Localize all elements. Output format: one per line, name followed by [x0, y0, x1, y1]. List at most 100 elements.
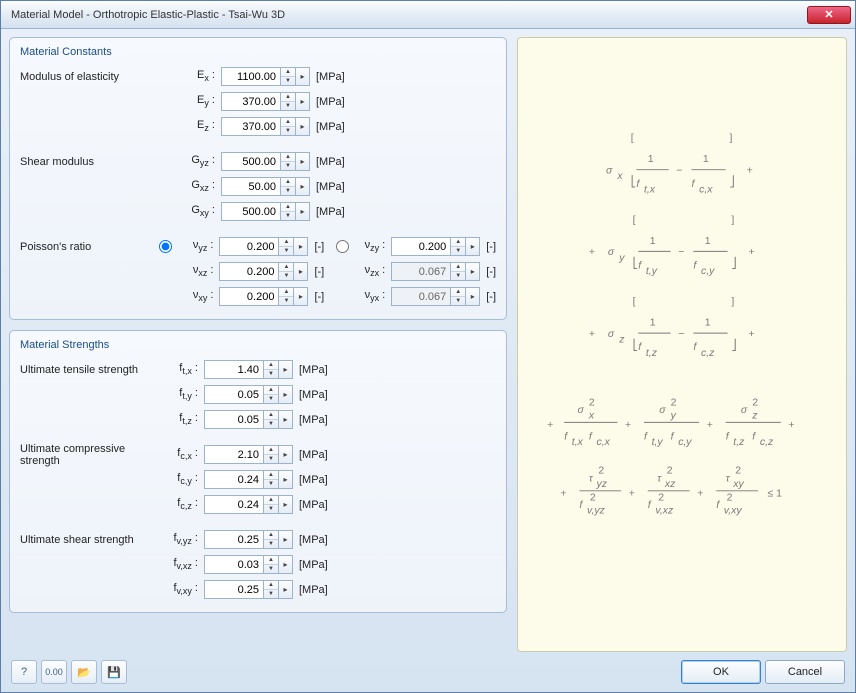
picker-button[interactable]: ▸: [279, 530, 293, 549]
step-down-icon[interactable]: ▼: [264, 539, 278, 548]
picker-button[interactable]: ▸: [279, 385, 293, 404]
step-up-icon[interactable]: ▲: [281, 203, 295, 211]
spinner-buttons[interactable]: ▲▼: [264, 445, 279, 464]
spinner-buttons[interactable]: ▲▼: [451, 287, 466, 306]
step-up-icon[interactable]: ▲: [264, 411, 278, 419]
value-field[interactable]: [204, 445, 264, 464]
step-down-icon[interactable]: ▼: [279, 271, 293, 280]
picker-button[interactable]: ▸: [294, 262, 308, 281]
value-field[interactable]: [219, 262, 279, 281]
value-field[interactable]: [221, 152, 281, 171]
picker-button[interactable]: ▸: [279, 470, 293, 489]
picker-button[interactable]: ▸: [279, 360, 293, 379]
ok-button[interactable]: OK: [681, 660, 761, 684]
step-down-icon[interactable]: ▼: [264, 504, 278, 513]
cancel-button[interactable]: Cancel: [765, 660, 845, 684]
value-field[interactable]: [221, 92, 281, 111]
spinner-input[interactable]: ▲▼▸: [204, 385, 293, 404]
spinner-input[interactable]: ▲▼▸: [221, 152, 310, 171]
spinner-buttons[interactable]: ▲▼: [451, 262, 466, 281]
step-down-icon[interactable]: ▼: [264, 394, 278, 403]
help-button[interactable]: ?: [11, 660, 37, 684]
picker-button[interactable]: ▸: [466, 262, 480, 281]
step-down-icon[interactable]: ▼: [264, 369, 278, 378]
spinner-buttons[interactable]: ▲▼: [264, 495, 279, 514]
picker-button[interactable]: ▸: [296, 67, 310, 86]
step-up-icon[interactable]: ▲: [264, 471, 278, 479]
spinner-input[interactable]: ▲▼▸: [221, 202, 310, 221]
picker-button[interactable]: ▸: [279, 445, 293, 464]
units-button[interactable]: 0.00: [41, 660, 67, 684]
picker-button[interactable]: ▸: [279, 580, 293, 599]
step-down-icon[interactable]: ▼: [451, 296, 465, 305]
spinner-buttons[interactable]: ▲▼: [451, 237, 466, 256]
value-field[interactable]: [204, 385, 264, 404]
spinner-input[interactable]: ▲▼▸: [221, 117, 310, 136]
save-button[interactable]: 💾: [101, 660, 127, 684]
spinner-buttons[interactable]: ▲▼: [281, 202, 296, 221]
value-field[interactable]: [204, 530, 264, 549]
spinner-input[interactable]: ▲▼▸: [219, 287, 308, 306]
spinner-input[interactable]: ▲▼▸: [219, 237, 308, 256]
value-field[interactable]: [221, 117, 281, 136]
spinner-input[interactable]: ▲▼▸: [204, 495, 293, 514]
step-down-icon[interactable]: ▼: [281, 161, 295, 170]
value-field[interactable]: [204, 555, 264, 574]
spinner-input[interactable]: ▲▼▸: [221, 92, 310, 111]
step-up-icon[interactable]: ▲: [279, 288, 293, 296]
spinner-buttons[interactable]: ▲▼: [281, 67, 296, 86]
step-down-icon[interactable]: ▼: [451, 271, 465, 280]
poisson-dir-radio[interactable]: [159, 240, 172, 253]
step-down-icon[interactable]: ▼: [281, 76, 295, 85]
step-up-icon[interactable]: ▲: [281, 178, 295, 186]
spinner-buttons[interactable]: ▲▼: [264, 410, 279, 429]
value-field[interactable]: [219, 287, 279, 306]
value-field[interactable]: [204, 410, 264, 429]
step-up-icon[interactable]: ▲: [264, 361, 278, 369]
step-up-icon[interactable]: ▲: [451, 238, 465, 246]
step-down-icon[interactable]: ▼: [281, 101, 295, 110]
step-up-icon[interactable]: ▲: [281, 93, 295, 101]
step-up-icon[interactable]: ▲: [264, 556, 278, 564]
spinner-input[interactable]: ▲▼▸: [391, 237, 480, 256]
step-up-icon[interactable]: ▲: [281, 118, 295, 126]
step-down-icon[interactable]: ▼: [264, 479, 278, 488]
picker-button[interactable]: ▸: [279, 495, 293, 514]
value-field[interactable]: [204, 580, 264, 599]
spinner-buttons[interactable]: ▲▼: [281, 117, 296, 136]
step-up-icon[interactable]: ▲: [451, 288, 465, 296]
spinner-input[interactable]: ▲▼▸: [204, 555, 293, 574]
spinner-input[interactable]: ▲▼▸: [204, 445, 293, 464]
step-up-icon[interactable]: ▲: [281, 68, 295, 76]
spinner-input[interactable]: ▲▼▸: [221, 67, 310, 86]
step-down-icon[interactable]: ▼: [281, 126, 295, 135]
value-field[interactable]: [204, 495, 264, 514]
spinner-buttons[interactable]: ▲▼: [281, 177, 296, 196]
close-button[interactable]: ✕: [807, 6, 851, 24]
spinner-buttons[interactable]: ▲▼: [281, 92, 296, 111]
step-down-icon[interactable]: ▼: [264, 419, 278, 428]
step-up-icon[interactable]: ▲: [279, 238, 293, 246]
spinner-buttons[interactable]: ▲▼: [264, 470, 279, 489]
picker-button[interactable]: ▸: [296, 92, 310, 111]
step-down-icon[interactable]: ▼: [279, 246, 293, 255]
value-field[interactable]: [204, 470, 264, 489]
spinner-input[interactable]: ▲▼▸: [204, 360, 293, 379]
spinner-input[interactable]: ▲▼▸: [204, 530, 293, 549]
spinner-input[interactable]: ▲▼▸: [204, 470, 293, 489]
spinner-buttons[interactable]: ▲▼: [279, 262, 294, 281]
picker-button[interactable]: ▸: [294, 237, 308, 256]
spinner-input[interactable]: ▲▼▸: [391, 262, 480, 281]
step-down-icon[interactable]: ▼: [264, 454, 278, 463]
picker-button[interactable]: ▸: [296, 177, 310, 196]
spinner-buttons[interactable]: ▲▼: [264, 530, 279, 549]
step-up-icon[interactable]: ▲: [451, 263, 465, 271]
picker-button[interactable]: ▸: [296, 152, 310, 171]
spinner-input[interactable]: ▲▼▸: [221, 177, 310, 196]
step-up-icon[interactable]: ▲: [264, 446, 278, 454]
spinner-input[interactable]: ▲▼▸: [219, 262, 308, 281]
step-down-icon[interactable]: ▼: [281, 186, 295, 195]
spinner-buttons[interactable]: ▲▼: [264, 360, 279, 379]
step-down-icon[interactable]: ▼: [281, 211, 295, 220]
picker-button[interactable]: ▸: [279, 555, 293, 574]
